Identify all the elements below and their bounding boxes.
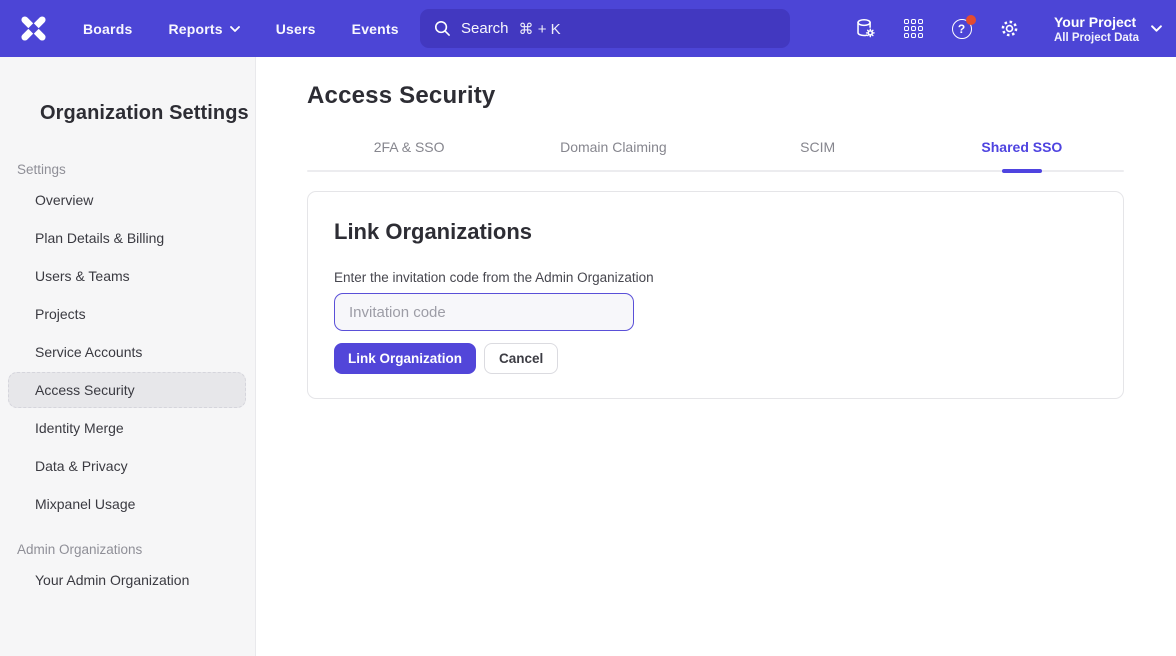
nav-item-label: Boards xyxy=(83,21,132,37)
chevron-down-icon xyxy=(230,26,240,32)
top-navbar: Boards Reports Users Events Search ⌘ + K xyxy=(0,0,1176,57)
card-actions: Link Organization Cancel xyxy=(334,343,1095,374)
sidebar-section-admin-organizations: Admin Organizations xyxy=(17,542,255,557)
main-content: Access Security 2FA & SSO Domain Claimin… xyxy=(256,57,1176,656)
search-placeholder: Search xyxy=(461,20,509,37)
search-shortcut: ⌘ + K xyxy=(519,20,561,38)
project-text: Your Project All Project Data xyxy=(1054,13,1139,45)
nav-right-cluster: ? Your Project All Project Data xyxy=(854,0,1162,57)
tab-label: Domain Claiming xyxy=(560,139,667,155)
invitation-code-input[interactable] xyxy=(334,293,634,331)
sidebar-item-mixpanel-usage[interactable]: Mixpanel Usage xyxy=(8,485,246,523)
apps-grid-glyph xyxy=(904,19,923,38)
page-title: Access Security xyxy=(307,82,1124,110)
link-organization-button[interactable]: Link Organization xyxy=(334,343,476,374)
mixpanel-logo-icon xyxy=(20,15,47,42)
sidebar-item-label: Plan Details & Billing xyxy=(35,230,164,246)
tab-label: Shared SSO xyxy=(981,139,1062,155)
apps-grid-icon[interactable] xyxy=(902,17,925,40)
tab-2fa-sso[interactable]: 2FA & SSO xyxy=(307,139,511,172)
settings-sidebar: Organization Settings Settings Overview … xyxy=(0,57,256,656)
sidebar-item-label: Users & Teams xyxy=(35,268,130,284)
sidebar-item-plan-details-billing[interactable]: Plan Details & Billing xyxy=(8,219,246,257)
notification-dot xyxy=(966,15,976,25)
nav-item-boards[interactable]: Boards xyxy=(83,21,132,37)
tab-domain-claiming[interactable]: Domain Claiming xyxy=(511,139,715,172)
nav-item-users[interactable]: Users xyxy=(276,21,316,37)
invitation-code-label: Enter the invitation code from the Admin… xyxy=(334,270,1095,285)
sidebar-item-label: Identity Merge xyxy=(35,420,124,436)
sidebar-item-data-privacy[interactable]: Data & Privacy xyxy=(8,447,246,485)
chevron-down-icon xyxy=(1151,25,1162,32)
sidebar-item-label: Mixpanel Usage xyxy=(35,496,135,512)
sidebar-item-label: Access Security xyxy=(35,382,135,398)
tab-shared-sso[interactable]: Shared SSO xyxy=(920,139,1124,172)
nav-item-reports[interactable]: Reports xyxy=(168,21,239,37)
nav-item-events[interactable]: Events xyxy=(352,21,399,37)
project-subtitle: All Project Data xyxy=(1054,31,1139,45)
sidebar-title: Organization Settings xyxy=(0,57,255,125)
tab-label: SCIM xyxy=(800,139,835,155)
sidebar-item-label: Projects xyxy=(35,306,86,322)
active-tab-underline xyxy=(1002,169,1042,173)
sidebar-item-identity-merge[interactable]: Identity Merge xyxy=(8,409,246,447)
sidebar-item-label: Data & Privacy xyxy=(35,458,128,474)
project-switcher[interactable]: Your Project All Project Data xyxy=(1054,13,1162,45)
sidebar-item-label: Overview xyxy=(35,192,93,208)
sidebar-item-service-accounts[interactable]: Service Accounts xyxy=(8,333,246,371)
help-icon[interactable]: ? xyxy=(950,17,973,40)
sidebar-item-access-security[interactable]: Access Security xyxy=(8,372,246,408)
nav-item-label: Reports xyxy=(168,21,222,37)
project-name: Your Project xyxy=(1054,13,1136,31)
sidebar-item-projects[interactable]: Projects xyxy=(8,295,246,333)
sidebar-item-your-admin-organization[interactable]: Your Admin Organization xyxy=(8,561,246,599)
sidebar-item-label: Your Admin Organization xyxy=(35,572,189,588)
search-icon xyxy=(434,20,451,37)
data-management-icon[interactable] xyxy=(854,17,877,40)
sidebar-item-label: Service Accounts xyxy=(35,344,142,360)
tab-bar: 2FA & SSO Domain Claiming SCIM Shared SS… xyxy=(307,139,1124,172)
sidebar-item-users-teams[interactable]: Users & Teams xyxy=(8,257,246,295)
settings-gear-icon[interactable] xyxy=(998,17,1021,40)
card-title: Link Organizations xyxy=(334,219,1095,245)
nav-item-label: Users xyxy=(276,21,316,37)
nav-item-label: Events xyxy=(352,21,399,37)
mixpanel-logo[interactable] xyxy=(19,15,47,43)
sidebar-item-overview[interactable]: Overview xyxy=(8,181,246,219)
nav-links: Boards Reports Users Events xyxy=(83,21,399,37)
sidebar-section-settings: Settings xyxy=(17,162,255,177)
tab-scim[interactable]: SCIM xyxy=(716,139,920,172)
link-organizations-card: Link Organizations Enter the invitation … xyxy=(307,191,1124,399)
search-input[interactable]: Search ⌘ + K xyxy=(420,9,790,48)
cancel-button[interactable]: Cancel xyxy=(484,343,558,374)
tab-label: 2FA & SSO xyxy=(374,139,445,155)
